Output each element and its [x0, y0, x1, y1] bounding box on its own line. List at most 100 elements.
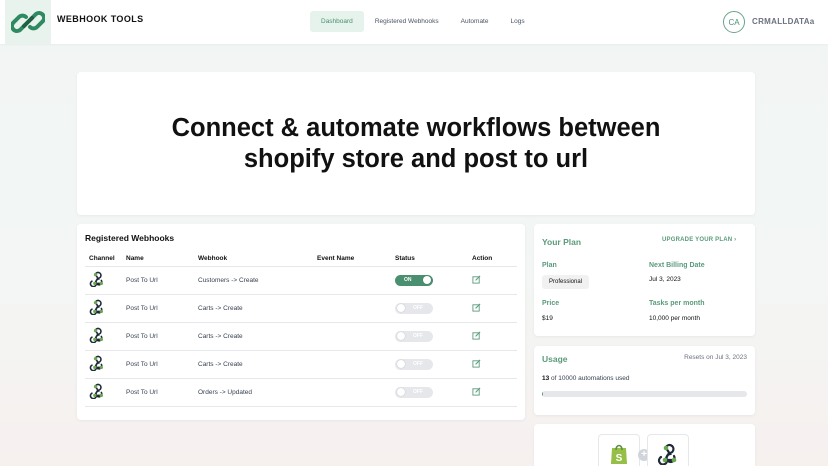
action-cell [468, 378, 517, 407]
status-toggle[interactable]: OFF [395, 358, 433, 370]
edit-icon[interactable] [472, 331, 481, 342]
billing-value: Jul 3, 2023 [649, 276, 681, 283]
usage-progress-bar [542, 391, 747, 397]
table-header-row: Channel Name Webhook Event Name Status A… [85, 251, 517, 267]
webhook-cell: Carts -> Create [194, 350, 313, 379]
column-header: Webhook [194, 251, 313, 267]
column-header: Name [122, 251, 194, 267]
event-cell [313, 378, 391, 407]
user-name[interactable]: CRMALLDATAa [752, 17, 815, 26]
tasks-value: 10,000 per month [649, 315, 700, 322]
status-toggle[interactable]: OFF [395, 330, 433, 342]
status-cell: OFF [391, 294, 468, 323]
edit-icon[interactable] [472, 359, 481, 370]
webhook-cell: Carts -> Create [194, 322, 313, 351]
status-toggle[interactable]: OFF [395, 386, 433, 398]
toggle-label: OFF [413, 389, 423, 395]
action-cell [468, 266, 517, 295]
webhook-icon [89, 355, 105, 373]
toggle-knob [397, 360, 405, 368]
channel-cell [85, 294, 122, 323]
status-cell: OFF [391, 350, 468, 379]
shopify-bag-icon: S [611, 444, 627, 464]
column-header: Status [391, 251, 468, 267]
nav-automate[interactable]: Automate [450, 11, 500, 32]
edit-icon[interactable] [472, 387, 481, 398]
plan-label: Plan [542, 262, 557, 269]
toggle-knob [397, 332, 405, 340]
edit-icon[interactable] [472, 275, 481, 286]
nav-registered-webhooks[interactable]: Registered Webhooks [364, 11, 450, 32]
event-cell [313, 322, 391, 351]
plan-card: Your Plan UPGRADE YOUR PLAN › Plan Profe… [534, 224, 755, 336]
tasks-label: Tasks per month [649, 300, 705, 307]
event-cell [313, 350, 391, 379]
toggle-knob [397, 388, 405, 396]
upgrade-plan-link[interactable]: UPGRADE YOUR PLAN › [662, 237, 736, 243]
event-cell [313, 294, 391, 323]
name-cell: Post To Url [122, 266, 194, 295]
status-toggle[interactable]: OFF [395, 302, 433, 314]
shopify-tile[interactable]: S [598, 434, 640, 466]
app-brand: WEBHOOK TOOLS [57, 14, 144, 24]
column-header: Action [468, 251, 517, 267]
toggle-label: OFF [413, 333, 423, 339]
table-row: Post To Url Carts -> Create OFF [85, 294, 517, 323]
webhook-cell: Carts -> Create [194, 294, 313, 323]
status-cell: ON [391, 266, 468, 295]
column-header: Channel [85, 251, 122, 267]
plan-title: Your Plan [542, 237, 582, 247]
nav-dashboard[interactable]: Dashboard [310, 11, 364, 32]
status-cell: OFF [391, 378, 468, 407]
name-cell: Post To Url [122, 350, 194, 379]
channel-cell [85, 266, 122, 295]
name-cell: Post To Url [122, 322, 194, 351]
billing-label: Next Billing Date [649, 262, 705, 269]
integration-card: S + [534, 424, 755, 466]
usage-title: Usage [542, 354, 568, 364]
webhook-icon [89, 383, 105, 401]
toggle-knob [397, 304, 405, 312]
column-header: Event Name [313, 251, 391, 267]
action-cell [468, 350, 517, 379]
registered-webhooks-card: Registered Webhooks Channel Name Webhook… [77, 224, 525, 420]
main-nav: Dashboard Registered Webhooks Automate L… [310, 11, 536, 32]
price-label: Price [542, 300, 560, 307]
webhook-cell: Customers -> Create [194, 266, 313, 295]
price-value: $19 [542, 315, 553, 322]
channel-cell [85, 350, 122, 379]
name-cell: Post To Url [122, 378, 194, 407]
usage-suffix: of 10000 automations used [549, 375, 630, 382]
usage-progress-fill [542, 391, 544, 397]
chevron-right-icon: › [734, 237, 737, 243]
webhooks-table: Channel Name Webhook Event Name Status A… [85, 251, 517, 407]
usage-card: Usage Resets on Jul 3, 2023 13 of 10000 … [534, 346, 755, 415]
status-cell: OFF [391, 322, 468, 351]
webhook-icon [89, 327, 105, 345]
toggle-knob [423, 276, 431, 284]
webhook-icon [657, 443, 677, 465]
hero-title: Connect & automate workflows between sho… [171, 113, 661, 173]
table-row: Post To Url Customers -> Create ON [85, 266, 517, 295]
edit-icon[interactable] [472, 303, 481, 314]
top-bar: WEBHOOK TOOLS Dashboard Registered Webho… [0, 0, 828, 44]
app-logo[interactable] [5, 0, 51, 44]
channel-cell [85, 378, 122, 407]
webhook-cell: Orders -> Updated [194, 378, 313, 407]
webhook-tile[interactable] [647, 434, 689, 466]
usage-reset: Resets on Jul 3, 2023 [684, 354, 747, 361]
status-toggle[interactable]: ON [395, 274, 433, 286]
toggle-label: OFF [413, 361, 423, 367]
event-cell [313, 266, 391, 295]
table-row: Post To Url Orders -> Updated OFF [85, 378, 517, 407]
hero-banner: Connect & automate workflows between sho… [77, 72, 755, 215]
user-avatar[interactable]: CA [723, 11, 745, 33]
nav-logs[interactable]: Logs [499, 11, 535, 32]
upgrade-plan-label: UPGRADE YOUR PLAN [662, 237, 733, 243]
channel-cell [85, 322, 122, 351]
name-cell: Post To Url [122, 294, 194, 323]
usage-text: 13 of 10000 automations used [542, 375, 629, 382]
toggle-label: ON [404, 277, 412, 283]
table-row: Post To Url Carts -> Create OFF [85, 350, 517, 379]
table-row: Post To Url Carts -> Create OFF [85, 322, 517, 351]
